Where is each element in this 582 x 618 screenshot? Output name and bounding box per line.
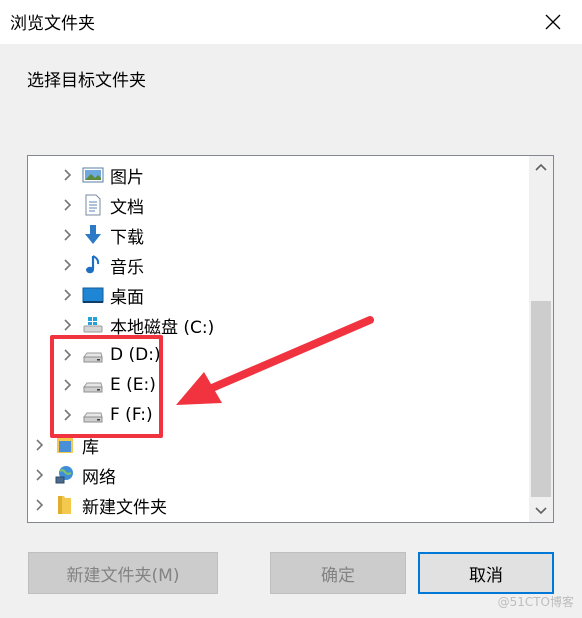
documents-icon	[85, 194, 101, 216]
scrollbar-thumb[interactable]	[531, 301, 551, 497]
tree-item-label: 新建文件夹	[82, 497, 167, 518]
chevron-right-icon[interactable]	[60, 168, 74, 182]
vertical-scrollbar[interactable]	[529, 156, 553, 522]
tree-item-label: 桌面	[110, 287, 144, 308]
windows-drive-icon	[83, 317, 103, 333]
music-icon	[86, 255, 100, 274]
chevron-up-icon	[535, 163, 547, 171]
chevron-right-icon[interactable]	[60, 198, 74, 212]
title-bar: 浏览文件夹	[0, 0, 582, 44]
scroll-up-button[interactable]	[529, 156, 553, 178]
tree-item-label: 下载	[110, 227, 144, 248]
chevron-right-icon[interactable]	[32, 438, 46, 452]
downloads-icon	[85, 225, 101, 244]
tree-item-network[interactable]: 网络	[32, 460, 116, 490]
scroll-down-button[interactable]	[529, 500, 553, 522]
pictures-icon	[82, 167, 104, 183]
tree-item-music[interactable]: 音乐	[60, 250, 144, 280]
tree-item-new-folder[interactable]: 新建文件夹	[32, 490, 167, 520]
chevron-right-icon[interactable]	[60, 318, 74, 332]
chevron-right-icon[interactable]	[32, 498, 46, 512]
chevron-right-icon[interactable]	[60, 288, 74, 302]
cancel-button[interactable]: 取消	[418, 552, 554, 594]
tree-item-downloads[interactable]: 下载	[60, 220, 144, 250]
desktop-icon	[82, 287, 104, 303]
tree-item-label: 图片	[110, 167, 144, 188]
close-icon	[545, 14, 561, 30]
tree-item-pictures[interactable]: 图片	[60, 160, 144, 190]
new-folder-button[interactable]: 新建文件夹(M)	[28, 552, 218, 594]
dialog-prompt: 选择目标文件夹	[27, 71, 146, 91]
tree-item-label: 网络	[82, 467, 116, 488]
chevron-right-icon[interactable]	[32, 468, 46, 482]
chevron-down-icon	[535, 507, 547, 515]
window-title: 浏览文件夹	[10, 14, 95, 34]
tree-item-documents[interactable]: 文档	[60, 190, 144, 220]
tree-item-label: 音乐	[110, 257, 144, 278]
highlight-box	[50, 335, 163, 438]
chevron-right-icon[interactable]	[60, 228, 74, 242]
tree-item-label: 文档	[110, 197, 144, 218]
watermark: @51CTO博客	[497, 595, 574, 609]
ok-button[interactable]: 确定	[270, 552, 406, 594]
tree-item-desktop[interactable]: 桌面	[60, 280, 144, 310]
chevron-right-icon[interactable]	[60, 258, 74, 272]
folder-icon	[58, 496, 71, 514]
network-icon	[55, 466, 73, 484]
close-button[interactable]	[524, 0, 582, 44]
tree-item-label: 本地磁盘 (C:)	[110, 317, 215, 338]
